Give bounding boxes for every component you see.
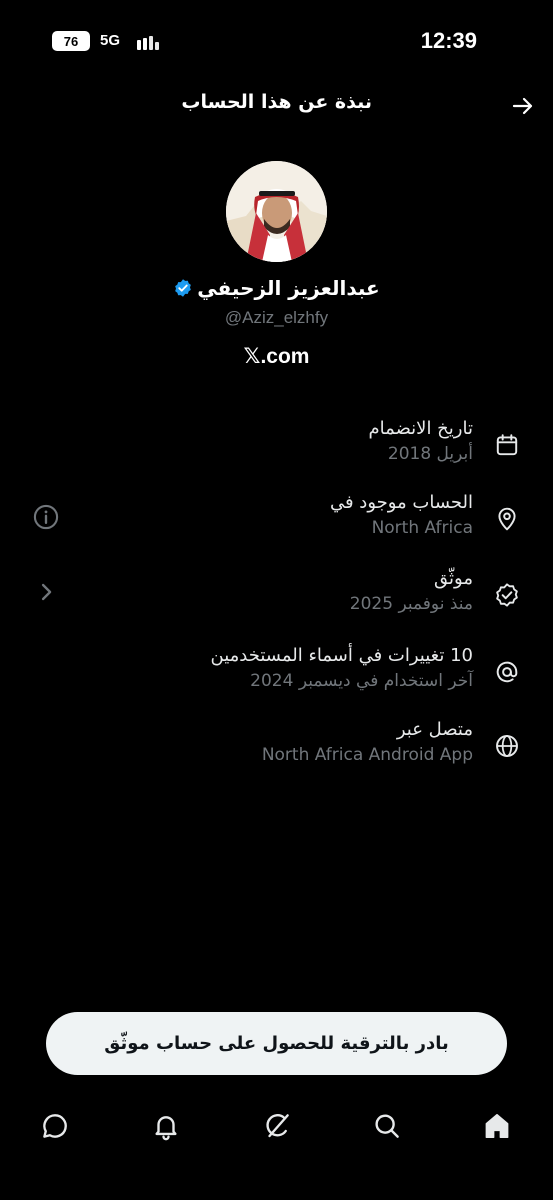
avatar[interactable] [226, 161, 327, 262]
battery-level: 76 [52, 31, 90, 51]
info-circle-icon [33, 504, 59, 530]
chat-icon [43, 1114, 67, 1138]
bell-icon [155, 1116, 177, 1141]
info-row-join-date: تاريخ الانضمام أبريل 2018 [0, 418, 553, 484]
battery-indicator: 76 [52, 31, 90, 51]
back-button[interactable] [509, 92, 537, 120]
arrow-right-icon [512, 97, 533, 115]
nav-grok[interactable] [261, 1110, 293, 1142]
verified-badge-icon [175, 279, 192, 297]
site-link-suffix: .com [260, 345, 310, 368]
nav-messages[interactable] [39, 1110, 71, 1142]
calendar-icon [496, 434, 518, 456]
upgrade-button-label: بادر بالترقية للحصول على حساب موثّق [104, 1033, 449, 1054]
nav-notifications[interactable] [150, 1110, 182, 1142]
x-logo-glyph: 𝕏 [243, 344, 261, 368]
at-sign-icon [496, 661, 518, 683]
info-title: متصل عبر [396, 719, 473, 740]
info-title: موثّق [434, 568, 473, 589]
home-icon [485, 1114, 509, 1138]
info-value: أبريل 2018 [387, 444, 473, 464]
location-pin-icon [498, 507, 516, 531]
info-value: منذ نوفمبر 2025 [349, 594, 473, 614]
site-link[interactable]: 𝕏.com [0, 344, 553, 369]
grok-icon [266, 1114, 289, 1138]
info-value: North Africa Android App [261, 745, 473, 765]
network-type: 5G [100, 32, 121, 49]
nav-home[interactable] [481, 1110, 513, 1142]
signal-icon [137, 34, 159, 50]
info-value: آخر استخدام في ديسمبر 2024 [250, 671, 473, 691]
avatar-image [226, 161, 327, 262]
upgrade-button[interactable]: بادر بالترقية للحصول على حساب موثّق [46, 1012, 507, 1075]
globe-icon [496, 735, 518, 757]
verified-check-icon [496, 583, 518, 607]
clock: 12:39 [420, 28, 477, 53]
bottom-nav [0, 1100, 553, 1156]
profile-handle: @Aziz_elzhfy [224, 308, 329, 327]
info-title: تاريخ الانضمام [368, 418, 473, 439]
info-title: 10 تغييرات في أسماء المستخدمين [210, 645, 474, 666]
profile-name: عبدالعزيز الزحيفي [197, 276, 380, 300]
info-title: الحساب موجود في [329, 492, 473, 513]
info-row-verified[interactable]: موثّق منذ نوفمبر 2025 [0, 568, 553, 634]
chevron-button[interactable] [32, 578, 60, 606]
search-icon [375, 1114, 399, 1138]
profile-name-row: عبدالعزيز الزحيفي [0, 276, 553, 300]
info-value: North Africa [371, 518, 473, 538]
status-bar: 76 5G 12:39 [0, 0, 553, 80]
chevron-left-icon [41, 583, 52, 601]
info-row-connected-via: متصل عبر North Africa Android App [0, 719, 553, 785]
header: نبذة عن هذا الحساب [0, 86, 553, 126]
info-row-location: الحساب موجود في North Africa [0, 492, 553, 558]
nav-search[interactable] [371, 1110, 403, 1142]
page-title: نبذة عن هذا الحساب [181, 91, 372, 113]
info-row-username-changes: 10 تغييرات في أسماء المستخدمين آخر استخد… [0, 645, 553, 711]
info-button[interactable] [32, 503, 60, 531]
